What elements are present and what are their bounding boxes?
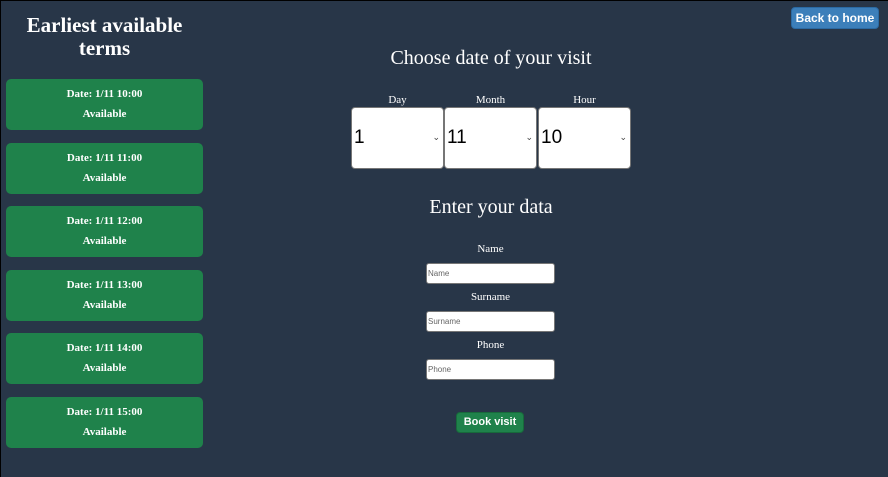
slot-date: Date: 1/11 15:00 [66, 406, 143, 418]
slot-date: Date: 1/11 14:00 [66, 342, 143, 354]
surname-input[interactable] [426, 311, 555, 332]
hour-value: 10 [541, 127, 563, 148]
month-group: Month 11 ⌄ [444, 94, 537, 169]
month-label: Month [475, 94, 506, 106]
day-select[interactable]: 1 ⌄ [351, 107, 444, 169]
day-value: 1 [354, 127, 365, 148]
phone-input[interactable] [426, 359, 555, 380]
slot-status: Available [82, 235, 127, 247]
slot-status: Available [82, 108, 127, 120]
slot-status: Available [82, 362, 127, 374]
phone-label: Phone [476, 339, 505, 351]
slot-date: Date: 1/11 10:00 [66, 88, 143, 100]
name-input[interactable] [426, 263, 555, 284]
slot-date: Date: 1/11 11:00 [66, 152, 143, 164]
hour-label: Hour [573, 94, 596, 106]
chevron-down-icon: ⌄ [525, 132, 533, 142]
surname-label: Surname [470, 291, 511, 303]
slot-status: Available [82, 172, 127, 184]
slot-status: Available [82, 299, 127, 311]
slot-card[interactable]: Date: 1/11 10:00 Available [6, 79, 203, 130]
name-label: Name [477, 243, 504, 255]
slot-card[interactable]: Date: 1/11 11:00 Available [6, 143, 203, 194]
back-to-home-button[interactable]: Back to home [791, 7, 879, 29]
slot-card[interactable]: Date: 1/11 14:00 Available [6, 333, 203, 384]
month-select[interactable]: 11 ⌄ [444, 107, 537, 169]
chevron-down-icon: ⌄ [432, 132, 440, 142]
slot-date: Date: 1/11 12:00 [66, 215, 143, 227]
day-group: Day 1 ⌄ [351, 94, 444, 169]
month-value: 11 [447, 127, 467, 148]
sidebar-title: Earliest available terms [26, 13, 183, 60]
slot-date: Date: 1/11 13:00 [66, 279, 143, 291]
slot-card[interactable]: Date: 1/11 12:00 Available [6, 206, 203, 257]
form-heading: Enter your data [429, 196, 553, 218]
date-heading: Choose date of your visit [390, 47, 592, 69]
hour-select[interactable]: 10 ⌄ [538, 107, 631, 169]
book-visit-button[interactable]: Book visit [456, 412, 524, 433]
slot-card[interactable]: Date: 1/11 13:00 Available [6, 270, 203, 321]
slot-status: Available [82, 426, 127, 438]
day-label: Day [388, 94, 407, 106]
hour-group: Hour 10 ⌄ [538, 94, 631, 169]
chevron-down-icon: ⌄ [619, 132, 627, 142]
slot-card[interactable]: Date: 1/11 15:00 Available [6, 397, 203, 448]
